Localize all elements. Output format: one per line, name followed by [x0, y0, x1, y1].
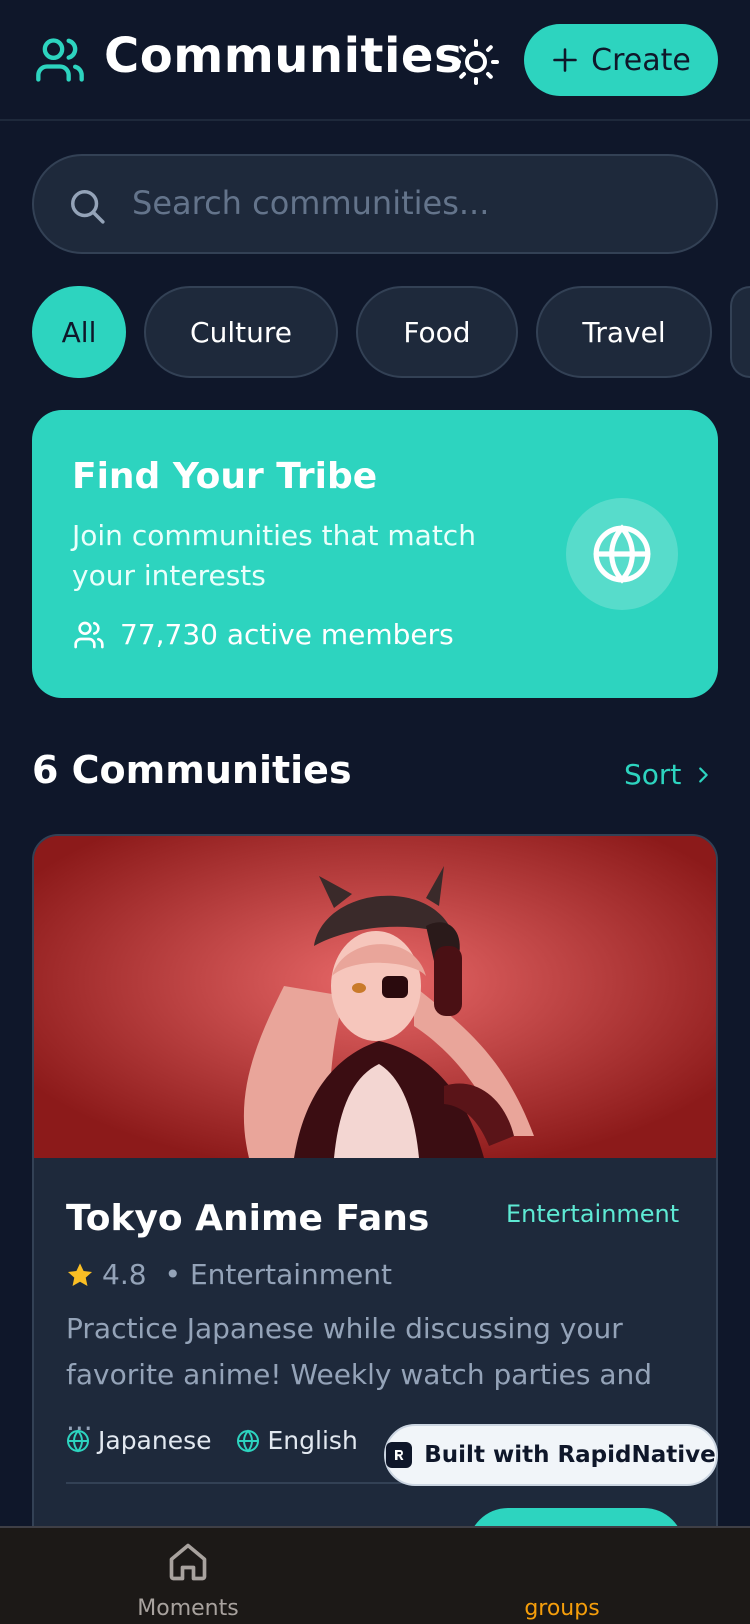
search-placeholder: Search communities...: [132, 184, 490, 222]
app-header: Communities Create: [0, 0, 750, 121]
community-languages: Japanese English: [66, 1426, 358, 1455]
community-card[interactable]: Tokyo Anime Fans Entertainment 4.8 • Ent…: [32, 834, 718, 1624]
sort-button[interactable]: Sort: [624, 758, 713, 791]
anime-figure-illustration: [34, 836, 716, 1158]
active-members: 77,730 active members: [72, 618, 454, 651]
language-label: English: [267, 1426, 358, 1455]
members-icon: [74, 621, 104, 648]
filter-chip-label: All: [61, 315, 97, 349]
create-button[interactable]: Create: [524, 24, 718, 96]
nav-item-moments[interactable]: Moments: [137, 1540, 239, 1621]
plus-icon: [553, 48, 577, 72]
globe-icon: [67, 1429, 89, 1452]
home-icon: [169, 1543, 207, 1581]
find-your-tribe-banner: Find Your Tribe Join communities that ma…: [32, 410, 718, 698]
filter-chip-label: Culture: [190, 315, 292, 349]
globe-icon: [236, 1429, 259, 1452]
built-with-badge[interactable]: Built with RapidNative: [384, 1424, 718, 1486]
create-button-label: Create: [591, 42, 691, 78]
community-rating: 4.8: [102, 1258, 147, 1291]
globe-badge: [566, 498, 678, 610]
globe-icon: [593, 524, 651, 584]
search-icon: [71, 190, 105, 224]
filter-chip-food[interactable]: Food: [356, 286, 518, 378]
nav-item-label: Moments: [137, 1596, 239, 1621]
theme-toggle-sun-icon[interactable]: [452, 38, 500, 86]
nav-item-groups[interactable]: groups: [500, 1596, 624, 1621]
users-icon: [36, 38, 84, 82]
communities-count-heading: 6 Communities: [32, 748, 352, 792]
filter-chip-label: Food: [403, 315, 471, 349]
filter-chip-all[interactable]: All: [32, 286, 126, 378]
filter-chip-label: Travel: [582, 315, 666, 349]
community-category: • Entertainment: [164, 1258, 392, 1291]
banner-subtitle: Join communities that match your interes…: [72, 519, 476, 592]
language-tag: Japanese: [66, 1426, 212, 1455]
language-label: Japanese: [98, 1426, 212, 1455]
community-name: Tokyo Anime Fans: [66, 1198, 430, 1239]
sort-label: Sort: [624, 758, 682, 791]
community-category-tag: Entertainment: [506, 1200, 680, 1228]
chevron-right-icon: [699, 766, 709, 783]
filter-chip-more[interactable]: [730, 286, 750, 378]
banner-title: Find Your Tribe: [72, 456, 378, 497]
bottom-nav: Moments groups: [0, 1526, 750, 1624]
active-members-count: 77,730 active members: [120, 618, 454, 651]
language-tag: English: [236, 1426, 358, 1455]
community-meta: 4.8 • Entertainment: [66, 1258, 392, 1291]
community-cover-image: [34, 836, 716, 1158]
page-title: Communities: [104, 28, 464, 84]
badge-label: Built with RapidNative: [424, 1442, 716, 1468]
filter-chip-travel[interactable]: Travel: [536, 286, 712, 378]
star-icon: [67, 1262, 93, 1286]
filter-chip-culture[interactable]: Culture: [144, 286, 338, 378]
category-filter-bar: All Culture Food Travel: [32, 286, 750, 378]
rapidnative-logo-icon: [386, 1442, 413, 1468]
search-input[interactable]: Search communities...: [32, 154, 718, 254]
